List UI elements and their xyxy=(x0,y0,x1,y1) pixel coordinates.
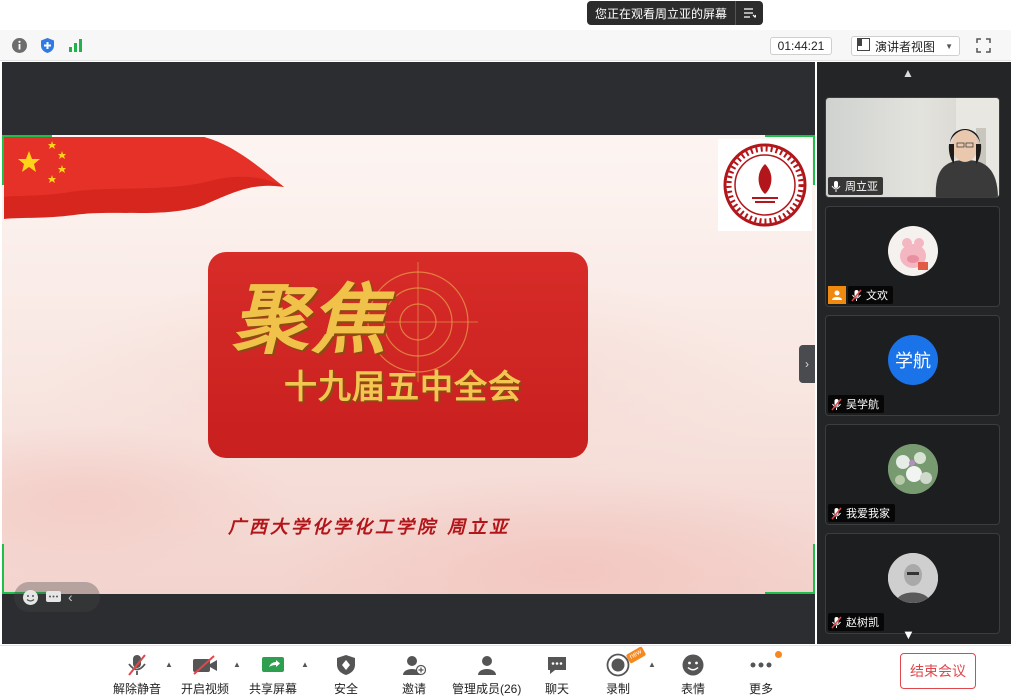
notification-dot xyxy=(775,651,782,658)
view-mode-dropdown[interactable]: 演讲者视图 ▼ xyxy=(851,36,960,56)
chevron-left-icon[interactable]: ‹ xyxy=(68,589,73,605)
share-frame-corner xyxy=(765,544,815,594)
banner-menu-icon[interactable] xyxy=(735,1,763,25)
participant-tile[interactable]: 学航 吴学航 xyxy=(825,315,1000,416)
security-button[interactable]: 安全 xyxy=(334,652,358,697)
unmute-button[interactable]: 解除静音 xyxy=(113,652,161,697)
title-panel: 聚焦 十九届五中全会 xyxy=(208,252,588,458)
shield-icon[interactable] xyxy=(39,37,56,54)
speaker-view-icon xyxy=(857,38,870,54)
collapse-gallery-button[interactable]: › xyxy=(799,345,815,383)
participant-nametag: 吴学航 xyxy=(828,395,884,413)
avatar xyxy=(888,553,938,603)
chat-bubble-icon[interactable] xyxy=(45,590,62,605)
microphone-muted-icon xyxy=(831,507,842,520)
presentation-slide: 聚焦 十九届五中全会 广西大学化学化工学院 周立亚 xyxy=(2,135,815,594)
chevron-down-icon: ▼ xyxy=(945,41,953,51)
add-user-icon xyxy=(402,652,426,678)
microphone-muted-icon xyxy=(851,289,862,302)
record-options-caret[interactable]: ▲ xyxy=(648,660,656,669)
microphone-muted-icon xyxy=(831,398,842,411)
video-options-caret[interactable]: ▲ xyxy=(233,660,241,669)
participant-tile[interactable]: 文欢 xyxy=(825,206,1000,307)
chevron-right-icon: › xyxy=(805,357,809,371)
slide-title-main: 聚焦 xyxy=(232,275,388,364)
meeting-controls-bar: 解除静音 ▲ 开启视频 ▲ 共享屏幕 ▲ 安全 邀请 管理成员(26) 聊天 录… xyxy=(0,645,1011,699)
viewing-screen-banner[interactable]: 您正在观看周立亚的屏幕 xyxy=(587,1,763,25)
share-screen-icon xyxy=(261,652,285,678)
avatar xyxy=(888,444,938,494)
microphone-icon xyxy=(831,180,841,193)
shield-icon xyxy=(336,652,356,678)
share-options-caret[interactable]: ▲ xyxy=(301,660,309,669)
invite-button[interactable]: 邀请 xyxy=(402,652,426,697)
participant-nametag: 文欢 xyxy=(848,286,893,304)
chat-button[interactable]: 聊天 xyxy=(545,652,569,697)
participant-tile[interactable]: 周立亚 xyxy=(825,97,1000,198)
fullscreen-icon[interactable] xyxy=(975,37,992,54)
banner-text: 您正在观看周立亚的屏幕 xyxy=(595,6,728,21)
info-icon[interactable] xyxy=(11,37,28,54)
new-badge: new xyxy=(625,646,647,664)
chat-bubble-icon xyxy=(546,652,568,678)
end-meeting-button[interactable]: 结束会议 xyxy=(900,653,976,689)
emoji-icon[interactable] xyxy=(22,589,39,606)
share-frame-corner xyxy=(2,135,52,185)
signal-icon[interactable] xyxy=(67,37,84,54)
share-screen-button[interactable]: 共享屏幕 xyxy=(249,652,297,697)
participant-nametag: 赵树凯 xyxy=(828,613,884,631)
participant-nametag: 我爱我家 xyxy=(828,504,895,522)
camera-off-icon xyxy=(192,652,218,678)
start-video-button[interactable]: 开启视频 xyxy=(181,652,229,697)
mute-options-caret[interactable]: ▲ xyxy=(165,660,173,669)
scroll-down-icon[interactable]: ▼ xyxy=(902,627,915,642)
more-dots-icon xyxy=(749,652,773,678)
slide-title-sub: 十九届五中全会 xyxy=(284,367,522,406)
slide-author: 广西大学化学化工学院 周立亚 xyxy=(228,517,511,538)
scroll-up-icon[interactable]: ▲ xyxy=(902,66,914,80)
view-mode-label: 演讲者视图 xyxy=(875,39,936,54)
participant-tile[interactable]: 我爱我家 xyxy=(825,424,1000,525)
participants-icon xyxy=(476,652,498,678)
meeting-topbar: 01:44:21 演讲者视图 ▼ xyxy=(0,30,1011,61)
participant-gallery: ▲ 周立亚 文欢 学航 吴学航 我爱我家 赵树凯 ▼ xyxy=(817,62,1011,644)
participant-nametag: 周立亚 xyxy=(828,177,883,195)
participant-tile[interactable]: 赵树凯 xyxy=(825,533,1000,634)
meeting-timer: 01:44:21 xyxy=(770,37,832,55)
avatar xyxy=(888,226,938,276)
avatar: 学航 xyxy=(888,335,938,385)
host-icon xyxy=(828,286,846,304)
emoji-icon xyxy=(681,652,705,678)
reactions-button[interactable]: 表情 xyxy=(681,652,705,697)
manage-members-button[interactable]: 管理成员(26) xyxy=(452,652,521,697)
floating-controls[interactable]: ‹ xyxy=(14,582,100,612)
shared-screen[interactable]: 聚焦 十九届五中全会 广西大学化学化工学院 周立亚 › ‹ xyxy=(2,62,815,644)
more-button[interactable]: 更多 xyxy=(749,652,773,697)
share-frame-corner xyxy=(765,135,815,185)
record-button[interactable]: 录制 xyxy=(606,652,630,697)
microphone-muted-icon xyxy=(831,616,842,629)
microphone-muted-icon xyxy=(126,652,148,678)
